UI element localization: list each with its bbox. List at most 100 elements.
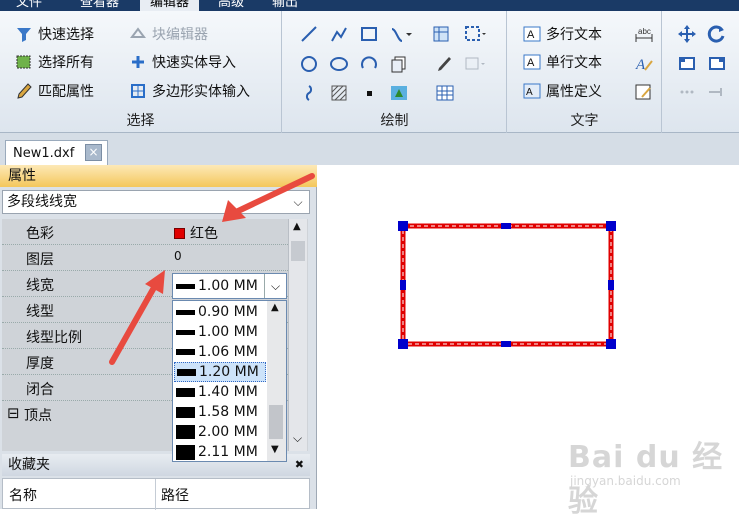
table-insert-icon[interactable] [429, 22, 453, 46]
watermark-url: jingyan.baidu.com [570, 474, 681, 488]
rotate-icon[interactable] [705, 22, 729, 46]
column-path[interactable]: 路径 [161, 485, 189, 505]
menu-output[interactable]: 输出 [262, 0, 308, 11]
lineweight-option-label: 2.11 MM [198, 444, 258, 460]
array-icon[interactable] [675, 80, 699, 104]
lineweight-option-selected[interactable]: 1.20 MM [174, 362, 266, 382]
scale-icon[interactable] [675, 51, 699, 75]
scroll-down-icon[interactable]: ▼ [271, 444, 279, 455]
property-row-color[interactable]: 色彩 红色 [2, 219, 288, 245]
column-divider[interactable] [155, 479, 156, 510]
polyline-icon[interactable] [327, 22, 351, 46]
chevron-down-icon[interactable]: ⌵ [287, 191, 309, 213]
copy-block-icon[interactable] [387, 52, 411, 76]
move-icon[interactable] [675, 22, 699, 46]
ribbon-group-text: A 多行文本 A 单行文本 A 属性定义 abc A 文字 [508, 11, 662, 133]
raster-image-icon[interactable] [387, 81, 411, 105]
rectangle-icon[interactable] [357, 22, 381, 46]
hatch-icon[interactable] [327, 81, 351, 105]
select-all-button[interactable]: 选择所有 [14, 49, 94, 75]
lineweight-option[interactable]: 1.40 MM [174, 382, 266, 402]
mtext-button[interactable]: A 多行文本 [522, 21, 602, 47]
lineweight-option[interactable]: 0.90 MM [174, 302, 266, 322]
dropdown-scrollbar[interactable]: ▲ ▼ [267, 301, 286, 461]
close-tab-icon[interactable]: × [85, 144, 102, 161]
block-editor-button[interactable]: 块编辑器 [128, 21, 208, 47]
circle-icon[interactable] [297, 52, 321, 76]
property-value-layer[interactable]: 0 [174, 249, 182, 263]
lineweight-option-label: 0.90 MM [198, 304, 258, 320]
mtext-label: 多行文本 [546, 27, 602, 43]
lineweight-current-value: 1.00 MM [198, 278, 258, 294]
lineweight-option[interactable]: 1.00 MM [174, 322, 266, 342]
collapse-icon[interactable]: ⊟ [7, 404, 20, 422]
pin-icon[interactable]: ✖ [295, 454, 304, 476]
midpoint-grip[interactable] [501, 223, 511, 229]
arc-icon[interactable] [357, 52, 381, 76]
lineweight-option[interactable]: 2.00 MM [174, 422, 266, 442]
scrollbar-thumb[interactable] [291, 241, 305, 261]
lineweight-dropdown-list: 0.90 MM 1.00 MM 1.06 MM 1.20 MM 1.40 MM … [172, 300, 287, 462]
chevron-down-icon[interactable]: ⌵ [264, 274, 286, 298]
selected-polyline-rectangle[interactable] [400, 223, 614, 347]
menu-file[interactable]: 文件 [6, 0, 52, 11]
spline-icon[interactable] [389, 22, 413, 46]
grip-handle[interactable] [606, 221, 616, 231]
lineweight-option-label: 1.58 MM [198, 404, 258, 420]
grip-handle[interactable] [398, 339, 408, 349]
property-value-color[interactable]: 红色 [174, 223, 218, 243]
edit-text-icon[interactable] [632, 80, 656, 104]
grid-table-icon[interactable] [433, 81, 457, 105]
funnel-icon [14, 24, 34, 44]
quick-solid-import-button[interactable]: 快速实体导入 [128, 49, 236, 75]
property-grid-scrollbar[interactable]: ▲ ⌵ [288, 219, 307, 451]
svg-text:A: A [635, 57, 646, 73]
stretch-icon[interactable] [705, 80, 729, 104]
ellipse-icon[interactable] [327, 52, 351, 76]
insert-image-icon[interactable] [463, 52, 487, 76]
block-editor-label: 块编辑器 [152, 27, 208, 43]
attdef-icon: A [522, 81, 542, 101]
attdef-button[interactable]: A 属性定义 [522, 78, 602, 104]
lineweight-option[interactable]: 1.58 MM [174, 402, 266, 422]
scroll-up-icon[interactable]: ▲ [293, 221, 301, 232]
text-icon: A [522, 52, 542, 72]
mirror-icon[interactable] [705, 51, 729, 75]
lineweight-combo[interactable]: 1.00 MM ⌵ [172, 273, 287, 299]
quick-select-button[interactable]: 快速选择 [14, 21, 94, 47]
menu-viewer[interactable]: 查看器 [70, 0, 129, 11]
ribbon-group-draw: 绘制 [283, 11, 507, 133]
midpoint-grip[interactable] [608, 280, 614, 290]
document-tab-new1[interactable]: New1.dxf × [5, 140, 108, 165]
lineweight-sample [176, 425, 195, 439]
lineweight-option[interactable]: 1.06 MM [174, 342, 266, 362]
dimension-text-icon[interactable]: abc [632, 22, 656, 46]
property-name-lineweight: 线宽 [26, 278, 54, 294]
object-type-select[interactable]: 多段线线宽 ⌵ [2, 190, 310, 214]
match-properties-button[interactable]: 匹配属性 [14, 78, 94, 104]
line-icon[interactable] [297, 22, 321, 46]
grip-handle[interactable] [606, 339, 616, 349]
scroll-up-icon[interactable]: ▲ [271, 302, 279, 313]
midpoint-grip[interactable] [400, 280, 406, 290]
menu-advanced[interactable]: 高级 [208, 0, 254, 11]
column-name[interactable]: 名称 [9, 485, 37, 505]
scroll-down-icon[interactable]: ⌵ [293, 431, 302, 446]
revcloud-icon[interactable] [297, 81, 321, 105]
pen-icon[interactable] [433, 52, 457, 76]
text-style-icon[interactable]: A [632, 51, 656, 75]
point-icon[interactable] [357, 81, 381, 105]
lineweight-option[interactable]: 2.11 MM [174, 442, 266, 462]
polygon-solid-input-button[interactable]: 多边形实体输入 [128, 78, 250, 104]
svg-text:A: A [527, 29, 535, 41]
hatch-tool-icon[interactable] [463, 22, 487, 46]
brush-icon [14, 81, 34, 101]
color-swatch [174, 227, 185, 239]
midpoint-grip[interactable] [501, 341, 511, 347]
menu-editor[interactable]: 编辑器 [140, 0, 200, 11]
text-button[interactable]: A 单行文本 [522, 49, 602, 75]
dropdown-scrollbar-thumb[interactable] [269, 405, 283, 439]
grip-handle[interactable] [398, 221, 408, 231]
lineweight-option-label: 1.40 MM [198, 384, 258, 400]
property-row-layer[interactable]: 图层 0 [2, 245, 288, 271]
